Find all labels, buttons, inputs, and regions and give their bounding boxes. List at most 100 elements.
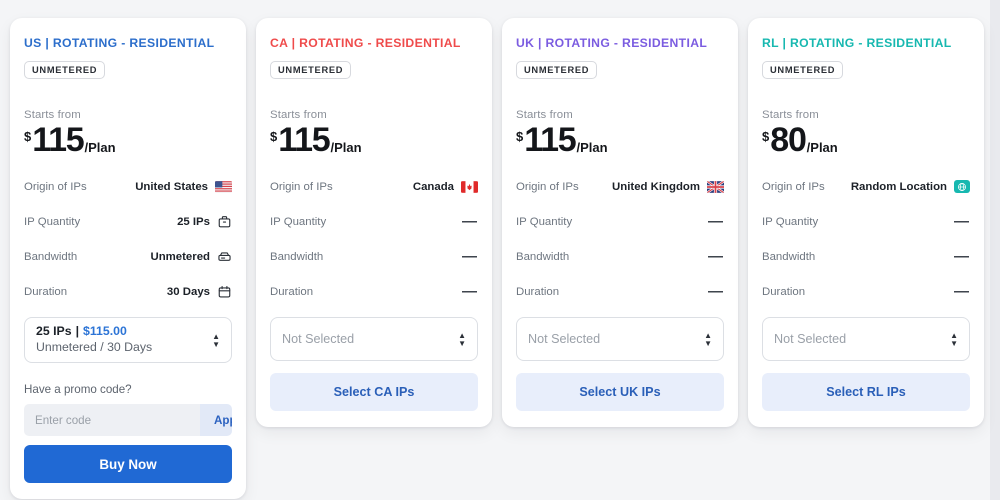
spec-row-value: Random Location bbox=[850, 180, 947, 193]
select-ips-button-rl[interactable]: Select RL IPs bbox=[762, 373, 970, 411]
spec-row-label: IP Quantity bbox=[270, 215, 327, 228]
plan-select-text: Not Selected bbox=[282, 332, 354, 346]
spec-row: IP Quantity — bbox=[762, 208, 970, 235]
spec-row: Duration — bbox=[762, 278, 970, 305]
promo-code-label: Have a promo code? bbox=[24, 383, 132, 396]
price-amount: 115 bbox=[524, 121, 576, 159]
unmetered-badge: UNMETERED bbox=[270, 61, 352, 79]
pricing-card-us: US | ROTATING - RESIDENTIAL UNMETERED Star… bbox=[10, 18, 246, 499]
pricing-card-list: US | ROTATING - RESIDENTIAL UNMETERED Star… bbox=[10, 18, 990, 499]
spec-row-value-group: — bbox=[954, 214, 970, 229]
spec-row: IP Quantity 25 IPs bbox=[24, 208, 232, 235]
chevron-updown-icon[interactable]: ▲ ▼ bbox=[212, 332, 220, 348]
price-period: /Plan bbox=[330, 140, 362, 155]
spec-row: Duration 30 Days bbox=[24, 278, 232, 305]
spec-row-value-group: — bbox=[462, 249, 478, 264]
spec-row-value-group: — bbox=[708, 249, 724, 264]
promo-code-input[interactable] bbox=[24, 404, 200, 436]
price-period: /Plan bbox=[576, 140, 608, 155]
pricing-card-ca: CA | ROTATING - RESIDENTIAL UNMETERED Star… bbox=[256, 18, 492, 427]
buy-now-button[interactable]: Buy Now bbox=[24, 445, 232, 483]
spec-row-label: Bandwidth bbox=[516, 250, 570, 263]
spec-row-label: Bandwidth bbox=[762, 250, 816, 263]
plan-select-line1: 25 IPs | $115.00 bbox=[36, 324, 152, 340]
spec-row-label: IP Quantity bbox=[516, 215, 573, 228]
calendar-icon bbox=[218, 285, 231, 298]
price-amount: 80 bbox=[770, 121, 807, 159]
pricing-card-uk: UK | ROTATING - RESIDENTIAL UNMETERED Star… bbox=[502, 18, 738, 427]
spec-row-value: Unmetered bbox=[150, 250, 210, 263]
chevron-updown-icon[interactable]: ▲ ▼ bbox=[458, 331, 466, 347]
spec-row: Bandwidth Unmetered bbox=[24, 243, 232, 270]
spec-row-value: — bbox=[462, 248, 477, 265]
globe-badge-icon bbox=[954, 180, 970, 193]
plan-select-quantity: 25 IPs bbox=[36, 324, 72, 339]
spec-row: Origin of IPs United Kingdom bbox=[516, 173, 724, 200]
spec-row-label: IP Quantity bbox=[762, 215, 819, 228]
spec-row-label: IP Quantity bbox=[24, 215, 81, 228]
select-ips-button-ca[interactable]: Select CA IPs bbox=[270, 373, 478, 411]
spec-row-label: Duration bbox=[762, 285, 806, 298]
spec-row-label: Bandwidth bbox=[270, 250, 324, 263]
spec-row-value-group: — bbox=[462, 214, 478, 229]
plan-select-ca[interactable]: Not Selected ▲ ▼ bbox=[270, 317, 478, 361]
starts-from-label: Starts from bbox=[516, 109, 573, 121]
card-title: CA | ROTATING - RESIDENTIAL bbox=[270, 36, 461, 50]
starts-from-label: Starts from bbox=[270, 109, 327, 121]
spec-row-value-group: Random Location bbox=[851, 180, 970, 193]
spec-row-value: — bbox=[462, 213, 477, 230]
spec-row-value-group: — bbox=[708, 214, 724, 229]
price-row: $115/Plan bbox=[270, 123, 478, 157]
spec-row-label: Origin of IPs bbox=[24, 180, 87, 193]
spec-row: Bandwidth — bbox=[762, 243, 970, 270]
card-title: US | ROTATING - RESIDENTIAL bbox=[24, 36, 215, 50]
plan-select-price: $115.00 bbox=[83, 324, 127, 339]
spec-row-value-group: — bbox=[954, 249, 970, 264]
spec-row-value-group: Canada bbox=[413, 181, 478, 193]
plan-select-placeholder: Not Selected bbox=[774, 332, 847, 346]
plan-select-line2: Unmetered / 30 Days bbox=[36, 340, 153, 354]
plan-select-us[interactable]: 25 IPs | $115.00 Unmetered / 30 Days ▲ ▼ bbox=[24, 317, 232, 363]
spec-row: Origin of IPs Canada bbox=[270, 173, 478, 200]
price-currency: $ bbox=[516, 129, 524, 144]
spec-row: Origin of IPs United States bbox=[24, 173, 232, 200]
chevron-updown-icon[interactable]: ▲ ▼ bbox=[704, 331, 712, 347]
spec-row: Origin of IPs Random Location bbox=[762, 173, 970, 200]
price-row: $80/Plan bbox=[762, 123, 970, 157]
spec-row-value: — bbox=[954, 213, 969, 230]
spec-row-value: — bbox=[954, 248, 969, 265]
plan-select-placeholder: Not Selected bbox=[282, 332, 355, 346]
spec-row-label: Origin of IPs bbox=[270, 180, 333, 193]
price-row: $115/Plan bbox=[24, 123, 232, 157]
plan-select-separator: | bbox=[75, 324, 80, 339]
spec-rows: Origin of IPs United Kingdom IP Quantity — B… bbox=[516, 173, 724, 305]
spec-rows: Origin of IPs Random Location IP Quantity —… bbox=[762, 173, 970, 305]
spec-row-value: United States bbox=[135, 180, 208, 193]
spec-row: IP Quantity — bbox=[270, 208, 478, 235]
chevron-updown-icon[interactable]: ▲ ▼ bbox=[950, 331, 958, 347]
price-period: /Plan bbox=[806, 140, 838, 155]
price-period: /Plan bbox=[84, 140, 116, 155]
plan-select-rl[interactable]: Not Selected ▲ ▼ bbox=[762, 317, 970, 361]
ca-flag-icon bbox=[461, 180, 478, 193]
plan-select-placeholder: Not Selected bbox=[528, 332, 601, 346]
uk-flag-icon bbox=[707, 180, 724, 193]
spec-row-value: 30 Days bbox=[166, 285, 210, 298]
page-edge-strip bbox=[990, 0, 1000, 500]
spec-row-value: United Kingdom bbox=[612, 180, 700, 193]
spec-row-value: — bbox=[708, 213, 723, 230]
plan-select-uk[interactable]: Not Selected ▲ ▼ bbox=[516, 317, 724, 361]
spec-row-label: Duration bbox=[270, 285, 314, 298]
spec-row: Bandwidth — bbox=[270, 243, 478, 270]
spec-row-value: — bbox=[462, 283, 477, 300]
spec-row-value: — bbox=[708, 248, 723, 265]
apply-promo-button[interactable]: Apply bbox=[200, 404, 232, 436]
select-ips-button-uk[interactable]: Select UK IPs bbox=[516, 373, 724, 411]
price-currency: $ bbox=[270, 129, 278, 144]
spec-rows: Origin of IPs Canada IP Quantity — Bandwidth… bbox=[270, 173, 478, 305]
package-icon bbox=[218, 216, 231, 228]
spec-row: Duration — bbox=[516, 278, 724, 305]
plan-select-text: 25 IPs | $115.00 Unmetered / 30 Days bbox=[36, 324, 152, 356]
plan-select-text: Not Selected bbox=[528, 332, 600, 346]
price-row: $115/Plan bbox=[516, 123, 724, 157]
